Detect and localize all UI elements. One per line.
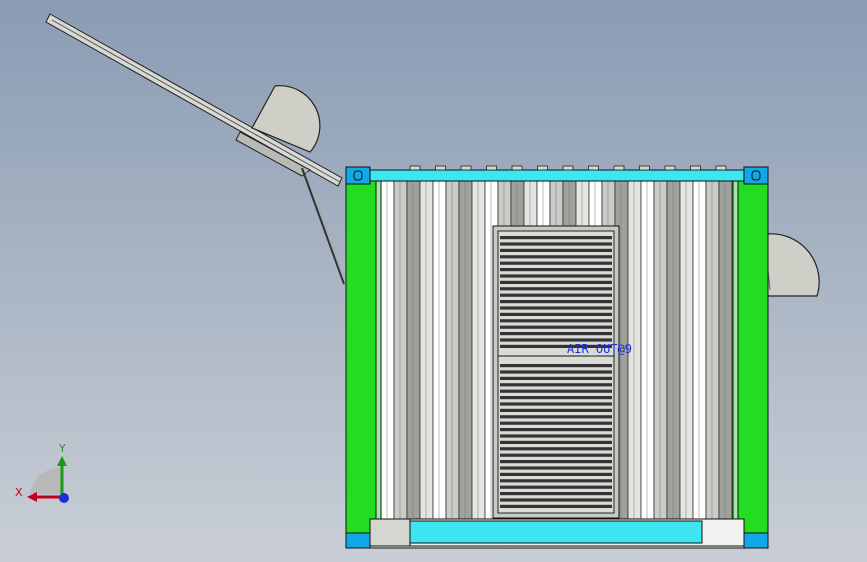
y-axis-label: Y (59, 442, 66, 455)
corner-casting-bottom-left (345, 532, 371, 549)
triad-z-axis (59, 493, 69, 503)
coordinate-triad (27, 456, 69, 503)
corner-casting-top-right (743, 166, 769, 185)
hatch-assembly (45, 13, 348, 285)
roof-bumps (409, 165, 727, 171)
right-corner-post (737, 180, 769, 534)
x-axis-label: X (15, 486, 23, 499)
corner-casting-bottom-right (743, 532, 769, 549)
top-rail (345, 169, 769, 182)
left-corner-post (345, 180, 377, 534)
triad-plane (30, 467, 62, 494)
air-outlet-label: AIR_OUT@9 (567, 342, 633, 356)
bottom-sill-left-block (369, 518, 411, 547)
side-dome-vent (766, 233, 820, 297)
cad-viewport[interactable] (0, 0, 867, 562)
bottom-rail (409, 520, 703, 544)
air-outlet-louver (492, 225, 620, 519)
corner-casting-top-left (345, 166, 371, 185)
